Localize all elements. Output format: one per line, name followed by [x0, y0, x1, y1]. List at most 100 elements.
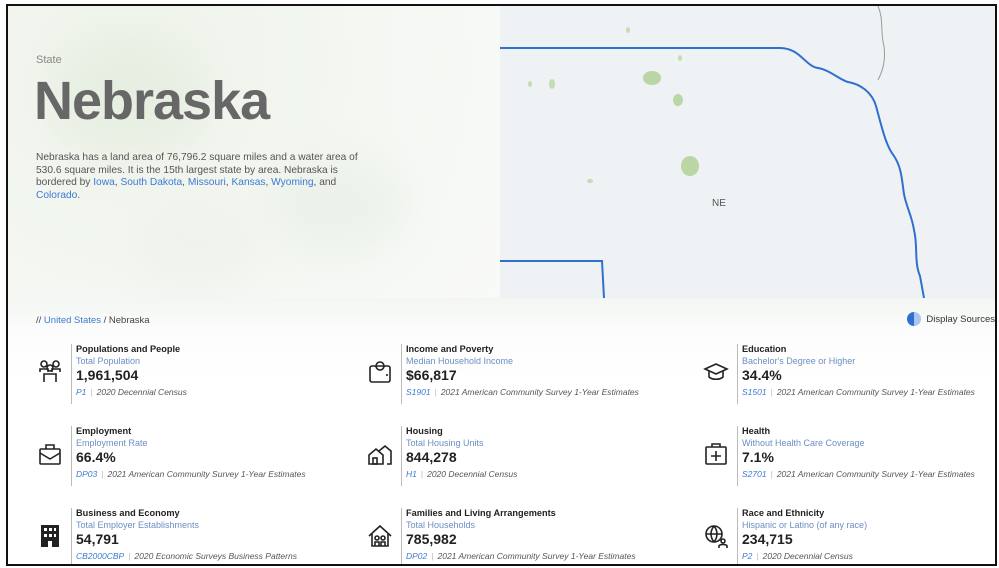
source-separator: | — [770, 469, 773, 479]
stat-card[interactable]: Health Without Health Care Coverage 7.1%… — [702, 426, 995, 492]
stat-card[interactable]: Income and Poverty Median Household Inco… — [366, 344, 666, 410]
display-sources-label: Display Sources — [926, 313, 995, 325]
card-source: S1901 | 2021 American Community Survey 1-Y… — [406, 387, 639, 397]
card-title[interactable]: Families and Living Arrangements — [406, 508, 636, 518]
hero-section: NE State Nebraska Nebraska has a land ar… — [8, 6, 995, 298]
source-separator: | — [420, 469, 424, 479]
table-code-link[interactable]: S1501 — [742, 387, 767, 397]
card-metric: Total Households — [406, 520, 476, 530]
card-value: 785,982 — [406, 531, 457, 547]
card-value: 234,715 — [742, 531, 793, 547]
card-value: 7.1% — [742, 449, 774, 465]
houses-icon — [366, 440, 394, 468]
table-code-link[interactable]: CB2000CBP — [76, 551, 124, 561]
toggle-switch-icon[interactable] — [907, 312, 922, 326]
link-missouri[interactable]: Missouri — [188, 177, 226, 188]
card-title[interactable]: Business and Economy — [76, 508, 297, 518]
breadcrumb: // United States / Nebraska — [36, 315, 150, 326]
card-source: P2 | 2020 Decennial Census — [742, 551, 867, 561]
stat-card[interactable]: Business and Economy Total Employer Esta… — [36, 508, 336, 564]
card-title[interactable]: Employment — [76, 426, 306, 436]
stat-card-body: Education Bachelor's Degree or Higher 34… — [737, 344, 975, 404]
source-separator: | — [431, 551, 434, 561]
card-title[interactable]: Populations and People — [76, 344, 187, 354]
card-metric: Hispanic or Latino (of any race) — [742, 520, 868, 530]
table-code-link[interactable]: S2701 — [742, 469, 767, 479]
card-source: DP03 | 2021 American Community Survey 1-Ye… — [76, 469, 306, 479]
card-source: H1 | 2020 Decennial Census — [406, 469, 517, 479]
stat-card-body: Employment Employment Rate 66.4% DP03 | 20… — [71, 426, 306, 486]
source-separator: | — [128, 551, 131, 561]
entity-type-label: State — [36, 54, 62, 66]
link-wyoming[interactable]: Wyoming — [271, 177, 313, 188]
stat-card[interactable]: Populations and People Total Population … — [36, 344, 336, 410]
card-title[interactable]: Race and Ethnicity — [742, 508, 867, 518]
card-value: 54,791 — [76, 531, 119, 547]
table-code-link[interactable]: H1 — [406, 469, 417, 479]
wallet-icon — [366, 358, 394, 386]
page-frame: NE State Nebraska Nebraska has a land ar… — [6, 4, 997, 566]
table-code-link[interactable]: DP03 — [76, 469, 97, 479]
card-value: 1,961,504 — [76, 367, 139, 383]
table-code-link[interactable]: S1901 — [406, 387, 431, 397]
source-name: 2020 Decennial Census — [762, 551, 853, 561]
stat-card[interactable]: Education Bachelor's Degree or Higher 34… — [702, 344, 995, 410]
card-value: 844,278 — [406, 449, 457, 465]
table-code-link[interactable]: DP02 — [406, 551, 427, 561]
state-description: Nebraska has a land area of 76,796.2 squ… — [36, 152, 366, 202]
period: . — [77, 189, 81, 201]
source-name: 2020 Economic Surveys Business Patterns — [134, 551, 297, 561]
card-metric: Employment Rate — [76, 438, 148, 448]
stat-card[interactable]: Families and Living Arrangements Total H… — [366, 508, 666, 564]
stat-card[interactable]: Race and Ethnicity Hispanic or Latino (o… — [702, 508, 995, 564]
state-map[interactable]: NE — [500, 6, 995, 298]
card-metric: Total Housing Units — [406, 438, 484, 448]
comma: , — [182, 177, 186, 188]
stat-card-body: Business and Economy Total Employer Esta… — [71, 508, 297, 564]
briefcase-icon — [36, 440, 64, 468]
card-title[interactable]: Education — [742, 344, 975, 354]
card-source: P1 | 2020 Decennial Census — [76, 387, 187, 397]
office-building-icon — [36, 522, 64, 550]
link-colorado[interactable]: Colorado — [36, 190, 77, 201]
stat-card[interactable]: Employment Employment Rate 66.4% DP03 | 20… — [36, 426, 336, 492]
source-name: 2020 Decennial Census — [96, 387, 187, 397]
source-separator: | — [101, 469, 104, 479]
card-title[interactable]: Income and Poverty — [406, 344, 639, 354]
stat-card[interactable]: Housing Total Housing Units 844,278 H1 | 2… — [366, 426, 666, 492]
source-name: 2021 American Community Survey 1-Year Es… — [437, 551, 636, 561]
card-title[interactable]: Health — [742, 426, 975, 436]
stat-card-body: Income and Poverty Median Household Inco… — [401, 344, 639, 404]
page-title: Nebraska — [34, 71, 270, 131]
source-name: 2021 American Community Survey 1-Year Es… — [776, 469, 975, 479]
stat-card-body: Populations and People Total Population … — [71, 344, 187, 404]
card-title[interactable]: Housing — [406, 426, 517, 436]
table-code-link[interactable]: P1 — [76, 387, 86, 397]
link-iowa[interactable]: Iowa — [93, 177, 115, 188]
card-source: CB2000CBP | 2020 Economic Surveys Business… — [76, 551, 297, 561]
globe-people-icon — [702, 522, 730, 550]
card-metric: Median Household Income — [406, 356, 514, 366]
breadcrumb-separator: / — [103, 315, 107, 326]
stat-card-body: Race and Ethnicity Hispanic or Latino (o… — [737, 508, 868, 564]
card-metric: Total Population — [76, 356, 141, 366]
card-metric: Bachelor's Degree or Higher — [742, 356, 856, 366]
source-separator: | — [434, 387, 437, 397]
card-value: 66.4% — [76, 449, 116, 465]
link-south-dakota[interactable]: South Dakota — [120, 177, 182, 188]
people-icon — [36, 358, 64, 386]
comma-and: , and — [313, 177, 337, 188]
stat-card-body: Health Without Health Care Coverage 7.1%… — [737, 426, 975, 486]
card-metric: Total Employer Establishments — [76, 520, 200, 530]
table-code-link[interactable]: P2 — [742, 551, 752, 561]
breadcrumb-united-states[interactable]: United States — [44, 315, 101, 326]
profile-section: // United States / Nebraska Display Sour… — [8, 298, 995, 564]
stat-card-body: Housing Total Housing Units 844,278 H1 | 2… — [401, 426, 517, 486]
source-separator: | — [90, 387, 93, 397]
breadcrumb-prefix: // — [36, 315, 42, 326]
card-source: S1501 | 2021 American Community Survey 1-Y… — [742, 387, 975, 397]
stat-card-body: Families and Living Arrangements Total H… — [401, 508, 636, 564]
display-sources-toggle[interactable]: Display Sources — [907, 312, 995, 326]
link-kansas[interactable]: Kansas — [231, 177, 265, 188]
source-name: 2021 American Community Survey 1-Year Es… — [440, 387, 639, 397]
